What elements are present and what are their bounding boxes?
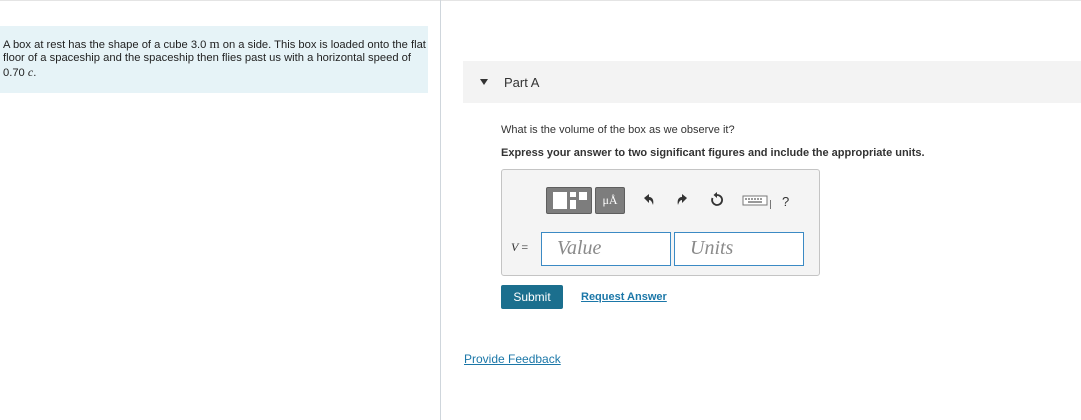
instruction-text: Express your answer to two significant f… <box>501 147 925 159</box>
undo-icon[interactable] <box>640 192 656 208</box>
help-icon[interactable]: ? <box>782 194 789 209</box>
variable-label: V = <box>511 240 528 255</box>
units-button[interactable]: μÅ <box>595 187 625 214</box>
provide-feedback-link[interactable]: Provide Feedback <box>464 352 561 366</box>
part-title: Part A <box>504 74 540 90</box>
value-input[interactable]: Value <box>541 232 671 266</box>
pane-divider <box>440 0 441 420</box>
collapse-arrow-icon[interactable] <box>480 79 488 85</box>
templates-button[interactable] <box>546 187 592 214</box>
problem-unit: m <box>209 36 220 51</box>
submit-button[interactable]: Submit <box>501 285 563 309</box>
answer-box: μÅ ? V = Value Units <box>501 169 820 276</box>
problem-text-1: A box at rest has the shape of a cube 3.… <box>3 39 210 51</box>
question-text: What is the volume of the box as we obse… <box>501 124 735 136</box>
request-answer-link[interactable]: Request Answer <box>581 291 667 303</box>
problem-pane: A box at rest has the shape of a cube 3.… <box>0 0 440 420</box>
part-a-header[interactable]: Part A <box>463 61 1081 103</box>
toolbar-separator <box>770 200 771 209</box>
reset-icon[interactable] <box>709 192 725 208</box>
redo-icon[interactable] <box>675 192 691 208</box>
problem-text-3: . <box>33 66 37 79</box>
units-input[interactable]: Units <box>674 232 804 266</box>
units-icon: μÅ <box>602 193 618 207</box>
problem-statement: A box at rest has the shape of a cube 3.… <box>0 26 428 93</box>
variable-symbol: V <box>511 240 519 254</box>
equals-sign: = <box>521 240 529 254</box>
keyboard-icon[interactable] <box>742 192 768 208</box>
